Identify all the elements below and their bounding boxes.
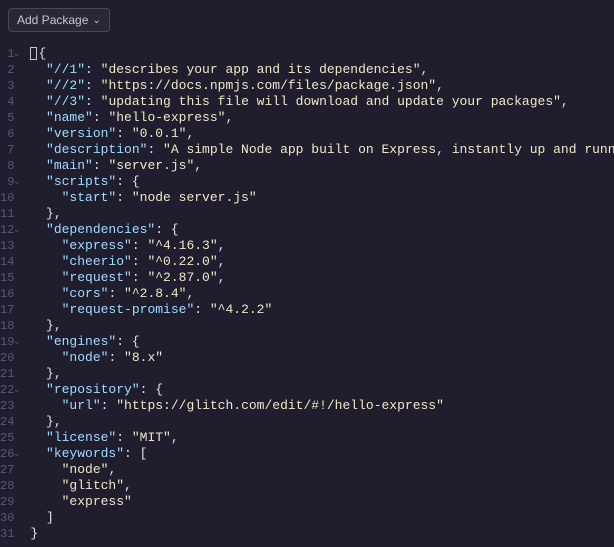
code-line[interactable]: } bbox=[30, 526, 614, 542]
code-line[interactable]: "license": "MIT", bbox=[30, 430, 614, 446]
line-number: 23 bbox=[0, 398, 14, 414]
code-line[interactable]: "//2": "https://docs.npmjs.com/files/pac… bbox=[30, 78, 614, 94]
line-number: 13 bbox=[0, 238, 14, 254]
code-line[interactable]: "cors": "^2.8.4", bbox=[30, 286, 614, 302]
code-line[interactable]: }, bbox=[30, 414, 614, 430]
fold-marker-icon[interactable]: ⌄ bbox=[13, 334, 21, 350]
line-number: 17 bbox=[0, 302, 14, 318]
code-line[interactable]: { bbox=[30, 46, 614, 62]
line-number: 16 bbox=[0, 286, 14, 302]
code-line[interactable]: "keywords": [ bbox=[30, 446, 614, 462]
line-number: 14 bbox=[0, 254, 14, 270]
code-line[interactable]: "//1": "describes your app and its depen… bbox=[30, 62, 614, 78]
fold-marker-icon[interactable]: ⌄ bbox=[13, 174, 21, 190]
code-line[interactable]: "dependencies": { bbox=[30, 222, 614, 238]
line-number: 26⌄ bbox=[0, 446, 14, 462]
line-number: 19⌄ bbox=[0, 334, 14, 350]
fold-marker-icon[interactable]: ⌄ bbox=[13, 382, 21, 398]
line-number: 31 bbox=[0, 526, 14, 542]
code-line[interactable]: "start": "node server.js" bbox=[30, 190, 614, 206]
code-line[interactable]: "main": "server.js", bbox=[30, 158, 614, 174]
code-line[interactable]: "node": "8.x" bbox=[30, 350, 614, 366]
line-number: 25 bbox=[0, 430, 14, 446]
fold-marker-icon[interactable]: ⌄ bbox=[13, 222, 21, 238]
fold-marker-icon[interactable]: ⌄ bbox=[13, 446, 21, 462]
code-line[interactable]: "node", bbox=[30, 462, 614, 478]
code-line[interactable]: "//3": "updating this file will download… bbox=[30, 94, 614, 110]
line-number: 21 bbox=[0, 366, 14, 382]
chevron-down-icon: ⌄ bbox=[92, 15, 100, 26]
line-number: 15 bbox=[0, 270, 14, 286]
line-number: 18 bbox=[0, 318, 14, 334]
fold-marker-icon[interactable]: ⌄ bbox=[13, 46, 21, 62]
line-number: 9⌄ bbox=[0, 174, 14, 190]
code-line[interactable]: "version": "0.0.1", bbox=[30, 126, 614, 142]
line-number-gutter: 1⌄23456789⌄101112⌄13141516171819⌄202122⌄… bbox=[0, 46, 20, 542]
code-line[interactable]: "request-promise": "^4.2.2" bbox=[30, 302, 614, 318]
code-line[interactable]: "url": "https://glitch.com/edit/#!/hello… bbox=[30, 398, 614, 414]
line-number: 28 bbox=[0, 478, 14, 494]
code-line[interactable]: "request": "^2.87.0", bbox=[30, 270, 614, 286]
line-number: 3 bbox=[0, 78, 14, 94]
line-number: 27 bbox=[0, 462, 14, 478]
add-package-button[interactable]: Add Package ⌄ bbox=[8, 8, 110, 32]
line-number: 2 bbox=[0, 62, 14, 78]
line-number: 30 bbox=[0, 510, 14, 526]
code-line[interactable]: "repository": { bbox=[30, 382, 614, 398]
code-area[interactable]: { "//1": "describes your app and its dep… bbox=[20, 46, 614, 542]
line-number: 5 bbox=[0, 110, 14, 126]
text-cursor bbox=[30, 47, 37, 60]
code-line[interactable]: ] bbox=[30, 510, 614, 526]
code-line[interactable]: }, bbox=[30, 366, 614, 382]
line-number: 20 bbox=[0, 350, 14, 366]
code-line[interactable]: "glitch", bbox=[30, 478, 614, 494]
line-number: 1⌄ bbox=[0, 46, 14, 62]
line-number: 11 bbox=[0, 206, 14, 222]
line-number: 24 bbox=[0, 414, 14, 430]
code-line[interactable]: "express" bbox=[30, 494, 614, 510]
add-package-label: Add Package bbox=[17, 13, 88, 27]
line-number: 6 bbox=[0, 126, 14, 142]
code-line[interactable]: }, bbox=[30, 206, 614, 222]
code-line[interactable]: "express": "^4.16.3", bbox=[30, 238, 614, 254]
line-number: 10 bbox=[0, 190, 14, 206]
code-line[interactable]: "description": "A simple Node app built … bbox=[30, 142, 614, 158]
code-line[interactable]: "scripts": { bbox=[30, 174, 614, 190]
code-line[interactable]: }, bbox=[30, 318, 614, 334]
line-number: 8 bbox=[0, 158, 14, 174]
code-line[interactable]: "cheerio": "^0.22.0", bbox=[30, 254, 614, 270]
code-editor[interactable]: 1⌄23456789⌄101112⌄13141516171819⌄202122⌄… bbox=[0, 40, 614, 542]
code-line[interactable]: "name": "hello-express", bbox=[30, 110, 614, 126]
line-number: 22⌄ bbox=[0, 382, 14, 398]
line-number: 12⌄ bbox=[0, 222, 14, 238]
line-number: 4 bbox=[0, 94, 14, 110]
toolbar: Add Package ⌄ bbox=[0, 0, 614, 40]
line-number: 29 bbox=[0, 494, 14, 510]
code-line[interactable]: "engines": { bbox=[30, 334, 614, 350]
line-number: 7 bbox=[0, 142, 14, 158]
